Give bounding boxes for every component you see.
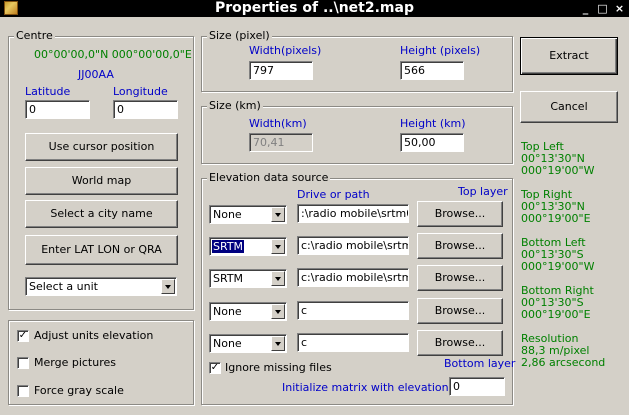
ignore-missing-label[interactable]: Ignore missing files xyxy=(225,361,332,374)
init-matrix-label: Initialize matrix with elevation (m) xyxy=(282,381,472,394)
top-left-lon: 000°19'00"W xyxy=(521,164,595,177)
centre-coords: 00°00'00,0"N 000°00'00,0"E xyxy=(34,48,192,61)
source-select-5-value: None xyxy=(213,337,242,350)
merge-pictures-label[interactable]: Merge pictures xyxy=(34,356,116,369)
window-title: Properties of ..\net2.map xyxy=(214,0,414,16)
chevron-down-icon[interactable] xyxy=(271,336,285,351)
ignore-missing-checkbox[interactable]: ✓ xyxy=(209,362,221,374)
maximize-button[interactable]: □ xyxy=(596,2,609,15)
path-input-1[interactable]: :\radio mobile\srtm0.3 xyxy=(297,204,409,223)
init-matrix-input[interactable]: 0 xyxy=(449,377,505,396)
enter-latlon-button[interactable]: Enter LAT LON or QRA xyxy=(25,235,178,265)
width-km-input: 70,41 xyxy=(249,133,313,152)
path-input-2[interactable]: c:\radio mobile\srtm1 xyxy=(297,236,409,255)
longitude-input[interactable]: 0 xyxy=(113,100,178,119)
adjust-units-checkbox[interactable]: ✓ xyxy=(17,330,29,342)
bottom-layer-label: Bottom layer xyxy=(444,357,516,370)
source-select-2[interactable]: SRTM xyxy=(209,237,287,256)
chevron-down-icon[interactable] xyxy=(271,304,285,319)
resolution-arcsecond: 2,86 arcsecond xyxy=(521,356,606,369)
centre-qra: JJ00AA xyxy=(78,68,114,81)
width-km-label: Width(km) xyxy=(249,117,307,130)
chevron-down-icon[interactable] xyxy=(161,279,175,294)
browse-button-5[interactable]: Browse... xyxy=(417,330,503,356)
chevron-down-icon[interactable] xyxy=(271,207,285,222)
path-input-4[interactable]: c xyxy=(297,301,409,320)
source-select-2-value: SRTM xyxy=(210,239,246,254)
source-select-1-value: None xyxy=(213,208,242,221)
browse-button-1[interactable]: Browse... xyxy=(417,201,503,227)
elevation-legend: Elevation data source xyxy=(207,171,331,184)
size-pixel-legend: Size (pixel) xyxy=(207,29,272,42)
height-pixels-label: Height (pixels) xyxy=(400,44,481,57)
select-city-button[interactable]: Select a city name xyxy=(25,200,178,228)
bottom-right-lon: 000°19'00"E xyxy=(521,308,591,321)
drive-path-label: Drive or path xyxy=(297,188,370,201)
source-select-4-value: None xyxy=(213,305,242,318)
close-button[interactable]: × xyxy=(613,2,626,15)
minimize-button[interactable]: _ xyxy=(579,2,592,15)
top-layer-label: Top layer xyxy=(458,185,508,198)
unit-select-value: Select a unit xyxy=(29,280,98,293)
force-gray-label[interactable]: Force gray scale xyxy=(34,384,124,397)
latitude-label: Latitude xyxy=(25,85,71,98)
title-bar[interactable]: Properties of ..\net2.map _ □ × xyxy=(0,0,629,17)
centre-legend: Centre xyxy=(14,29,55,42)
unit-select[interactable]: Select a unit xyxy=(25,277,177,296)
path-input-3[interactable]: c:\radio mobile\srtm3 xyxy=(297,268,409,287)
source-select-5[interactable]: None xyxy=(209,334,287,353)
top-right-lon: 000°19'00"E xyxy=(521,212,591,225)
chevron-down-icon[interactable] xyxy=(271,271,285,286)
latitude-input[interactable]: 0 xyxy=(25,100,90,119)
size-km-legend: Size (km) xyxy=(207,99,263,112)
merge-pictures-checkbox[interactable] xyxy=(17,357,29,369)
bottom-left-lon: 000°19'00"W xyxy=(521,260,595,273)
adjust-units-label[interactable]: Adjust units elevation xyxy=(34,329,153,342)
world-map-button[interactable]: World map xyxy=(25,167,178,195)
extract-button[interactable]: Extract xyxy=(520,37,618,75)
use-cursor-button[interactable]: Use cursor position xyxy=(25,133,178,161)
source-select-1[interactable]: None xyxy=(209,205,287,224)
browse-button-2[interactable]: Browse... xyxy=(417,233,503,259)
chevron-down-icon[interactable] xyxy=(271,239,285,254)
longitude-label: Longitude xyxy=(113,85,168,98)
source-select-3-value: SRTM xyxy=(213,272,244,285)
height-pixels-input[interactable]: 566 xyxy=(400,61,464,80)
size-km-group: Size (km) xyxy=(201,99,513,164)
width-pixels-label: Width(pixels) xyxy=(249,44,322,57)
height-km-input[interactable]: 50,00 xyxy=(400,133,464,152)
browse-button-4[interactable]: Browse... xyxy=(417,298,503,324)
cancel-button[interactable]: Cancel xyxy=(520,91,618,123)
width-pixels-input[interactable]: 797 xyxy=(249,61,313,80)
force-gray-checkbox[interactable] xyxy=(17,385,29,397)
path-input-5[interactable]: c xyxy=(297,333,409,352)
source-select-3[interactable]: SRTM xyxy=(209,269,287,288)
browse-button-3[interactable]: Browse... xyxy=(417,265,503,291)
source-select-4[interactable]: None xyxy=(209,302,287,321)
height-km-label: Height (km) xyxy=(400,117,466,130)
